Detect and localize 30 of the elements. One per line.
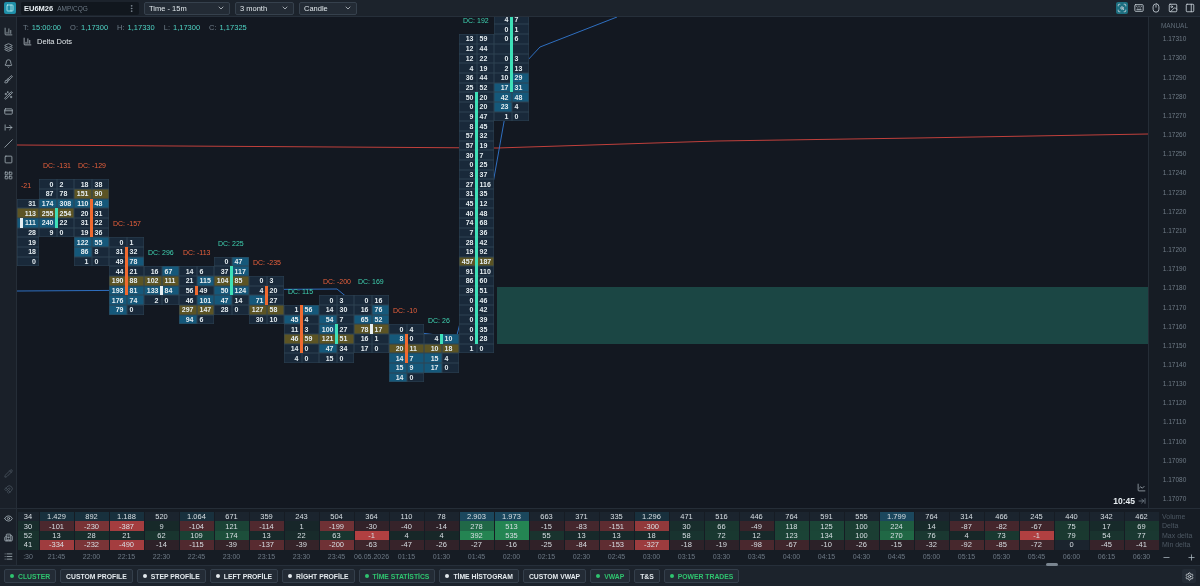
arrow-icon[interactable]	[3, 122, 13, 132]
bell-icon[interactable]	[3, 58, 13, 68]
current-time: 10:45	[1113, 496, 1135, 506]
chevron-down-icon	[344, 4, 352, 12]
search-icon[interactable]	[1116, 2, 1128, 14]
bar-chart-icon[interactable]	[3, 26, 13, 36]
layers-icon[interactable]	[3, 42, 13, 52]
card-icon[interactable]	[3, 106, 13, 116]
mouse-icon[interactable]	[1150, 2, 1162, 14]
wand-icon[interactable]	[3, 90, 13, 100]
plus-icon[interactable]	[1187, 552, 1196, 562]
line-icon[interactable]	[3, 138, 13, 148]
chart-icon[interactable]	[1137, 483, 1146, 492]
settings-icon[interactable]	[1182, 569, 1196, 583]
app-logo-icon[interactable]	[4, 2, 16, 14]
list-icon[interactable]	[3, 551, 13, 561]
grid-icon[interactable]	[3, 170, 13, 180]
square-icon[interactable]	[3, 154, 13, 164]
scroll-end-icon[interactable]	[1138, 497, 1146, 505]
image-icon[interactable]	[1167, 2, 1179, 14]
more-icon[interactable]	[127, 3, 136, 13]
keyboard-icon[interactable]	[1133, 2, 1145, 14]
chevron-down-icon	[217, 4, 225, 12]
panel-icon[interactable]	[1184, 2, 1196, 14]
eye-icon[interactable]	[3, 513, 13, 523]
resize-handle[interactable]	[1046, 563, 1058, 566]
building-icon[interactable]	[3, 532, 13, 542]
brush-icon[interactable]	[3, 74, 13, 84]
chevron-down-icon	[281, 4, 289, 12]
bar-chart-icon[interactable]	[23, 37, 32, 46]
